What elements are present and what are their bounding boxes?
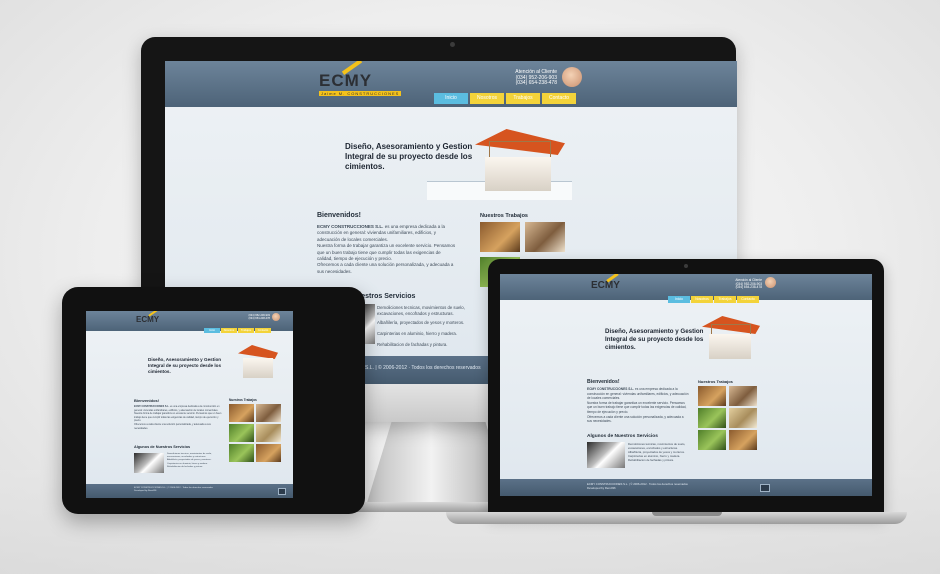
nav-nosotros[interactable]: Nosotros [691, 296, 713, 303]
welcome-heading: Bienvenidos! [587, 379, 620, 385]
nav-nosotros[interactable]: Nosotros [221, 328, 237, 333]
nav-inicio[interactable]: Inicio [204, 328, 220, 333]
house-illustration [465, 119, 575, 197]
service-item: Demoliciones tecnicas, movimientos de su… [628, 442, 686, 450]
logo-text: ECMY [591, 280, 620, 291]
work-photo-6[interactable] [729, 430, 757, 450]
services-handshake-image [587, 442, 625, 468]
services-list: Demoliciones tecnicas, movimientos de su… [167, 453, 225, 469]
work-photo-2[interactable] [525, 222, 565, 252]
site-logo[interactable]: ECMY [591, 274, 620, 291]
site-footer: ECMY CONSTRUCCIONES S.L. | © 2006-2012 ·… [86, 484, 293, 498]
banner-title: Diseño, Asesoramiento y Gestion Integral… [148, 357, 222, 374]
work-photo-1[interactable] [698, 386, 726, 406]
welcome-p2: Nuestra forma de trabajar garantiza un e… [317, 243, 456, 262]
phone-2: (034) 654-238-478 [515, 80, 557, 86]
welcome-p3: Ofrecemos a cada cliente una solución pe… [134, 422, 211, 430]
welcome-p2: Nuestra forma de trabajar garantiza un e… [134, 412, 222, 423]
footer-text: ES S.L. | © 2006-2012 · Todos los derech… [357, 365, 481, 371]
works-heading: Nuestros Trabajos [698, 379, 733, 384]
services-handshake-image [134, 453, 164, 473]
footer-text-block: ECMY CONSTRUCCIONES S.L. | © 2006-2012 ·… [587, 482, 737, 491]
welcome-heading: Bienvenidos! [134, 398, 160, 403]
contact-info: Atención al Cliente (034) 952-206-903 (0… [495, 69, 557, 87]
work-photo-5[interactable] [698, 430, 726, 450]
works-heading: Nuestros Trabajos [229, 398, 257, 402]
main-nav: Inicio Nosotros Trabajos Contacto [204, 328, 271, 333]
macbook-notch [652, 512, 722, 516]
company-name: ECMY CONSTRUCCIONES S.L. [134, 405, 170, 408]
nav-nosotros[interactable]: Nosotros [470, 93, 504, 104]
site-logo[interactable]: ECMY Jaime M. CONSTRUCCIONES [319, 61, 402, 96]
contact-info: Atención al Cliente (034) 952-206-903 (0… [720, 278, 762, 290]
house-illustration [696, 310, 766, 366]
nav-contacto[interactable]: Contacto [542, 93, 576, 104]
welcome-p3: Ofrecemos a cada cliente una solución pe… [587, 414, 684, 424]
social-icon[interactable] [760, 484, 770, 492]
welcome-text: ECMY CONSTRUCCIONES S.L. es una empresa … [134, 405, 224, 430]
nav-contacto[interactable]: Contacto [255, 328, 271, 333]
phone-2: (034) 654-238-478 [248, 316, 271, 320]
work-photo-5[interactable] [229, 444, 254, 462]
welcome-text: ECMY CONSTRUCCIONES S.L. es una empresa … [317, 224, 457, 275]
nav-inicio[interactable]: Inicio [668, 296, 690, 303]
house-illustration [234, 341, 284, 383]
welcome-p2: Nuestra forma de trabajar garantiza un e… [587, 400, 687, 414]
logo-text: ECMY [136, 315, 160, 324]
service-item: Rehabilitacion de fachadas y pintura. [167, 465, 203, 468]
work-photo-4[interactable] [729, 408, 757, 428]
banner-title: Diseño, Asesoramiento y Gestion Integral… [605, 328, 704, 351]
site-logo[interactable]: ECMY [136, 311, 160, 324]
main-nav: Inicio Nosotros Trabajos Contacto [434, 93, 576, 104]
company-name: ECMY CONSTRUCCIONES S.L. [587, 387, 635, 391]
work-photo-2[interactable] [256, 404, 281, 422]
support-avatar [562, 67, 582, 87]
main-nav: Inicio Nosotros Trabajos Contacto [668, 296, 759, 303]
nav-contacto[interactable]: Contacto [737, 296, 759, 303]
nav-trabajos[interactable]: Trabajos [714, 296, 736, 303]
welcome-text: ECMY CONSTRUCCIONES S.L. es una empresa … [587, 387, 689, 424]
footer-credit[interactable]: Developed by Rero036 [587, 486, 737, 491]
service-item: Rehabilitacion de fachadas y pintura. [628, 458, 674, 462]
footer-credit[interactable]: Developed by Rero036 [134, 490, 234, 493]
nav-trabajos[interactable]: Trabajos [506, 93, 540, 104]
service-item: Rehabilitacion de fachadas y pintura. [377, 342, 448, 347]
footer-text-block: ECMY CONSTRUCCIONES S.L. | © 2006-2012 ·… [134, 487, 234, 493]
work-photo-3[interactable] [229, 424, 254, 442]
services-heading: Algunos de Nuestros Servicios [134, 445, 191, 449]
work-photo-1[interactable] [229, 404, 254, 422]
work-photo-2[interactable] [729, 386, 757, 406]
service-item: Demoliciones tecnicas, movimientos de su… [377, 305, 465, 316]
macbook-screen: ECMY Atención al Cliente (034) 952-206-9… [500, 274, 872, 496]
macbook-camera-icon [684, 264, 688, 268]
welcome-heading: Bienvenidos! [317, 212, 361, 219]
work-photo-3[interactable] [698, 408, 726, 428]
social-icon[interactable] [278, 488, 286, 495]
work-photo-6[interactable] [256, 444, 281, 462]
services-heading: uestros Servicios [357, 293, 416, 300]
services-heading: Algunos de Nuestros Servicios [587, 434, 658, 439]
contact-info: (034) 952-206-903 (034) 654-238-478 [236, 314, 271, 321]
service-item: Albañilería, proyectados de yesos y mort… [377, 320, 465, 325]
site-footer: ECMY CONSTRUCCIONES S.L. | © 2006-2012 ·… [500, 479, 872, 496]
ipad-screen: ECMY (034) 952-206-903 (034) 654-238-478… [86, 311, 293, 498]
work-photo-4[interactable] [256, 424, 281, 442]
work-photo-1[interactable] [480, 222, 520, 252]
nav-inicio[interactable]: Inicio [434, 93, 468, 104]
logo-subtitle: Jaime M. CONSTRUCCIONES [319, 91, 402, 96]
nav-trabajos[interactable]: Trabajos [238, 328, 254, 333]
services-list: Demoliciones tecnicas, movimientos de su… [628, 442, 692, 462]
company-name: ECMY CONSTRUCCIONES S.L. [317, 224, 384, 229]
welcome-p3: Ofrecemos a cada cliente una solución pe… [317, 262, 454, 274]
services-list: Demoliciones tecnicas, movimientos de su… [377, 305, 477, 348]
phone-2: (034) 654-238-478 [735, 285, 762, 290]
works-heading: Nuestros Trabajos [480, 213, 528, 219]
service-item: Carpinterias en aluminio, hierro y mader… [377, 331, 458, 336]
support-avatar [765, 277, 776, 288]
support-avatar [272, 313, 280, 321]
imac-camera-icon [450, 42, 455, 47]
